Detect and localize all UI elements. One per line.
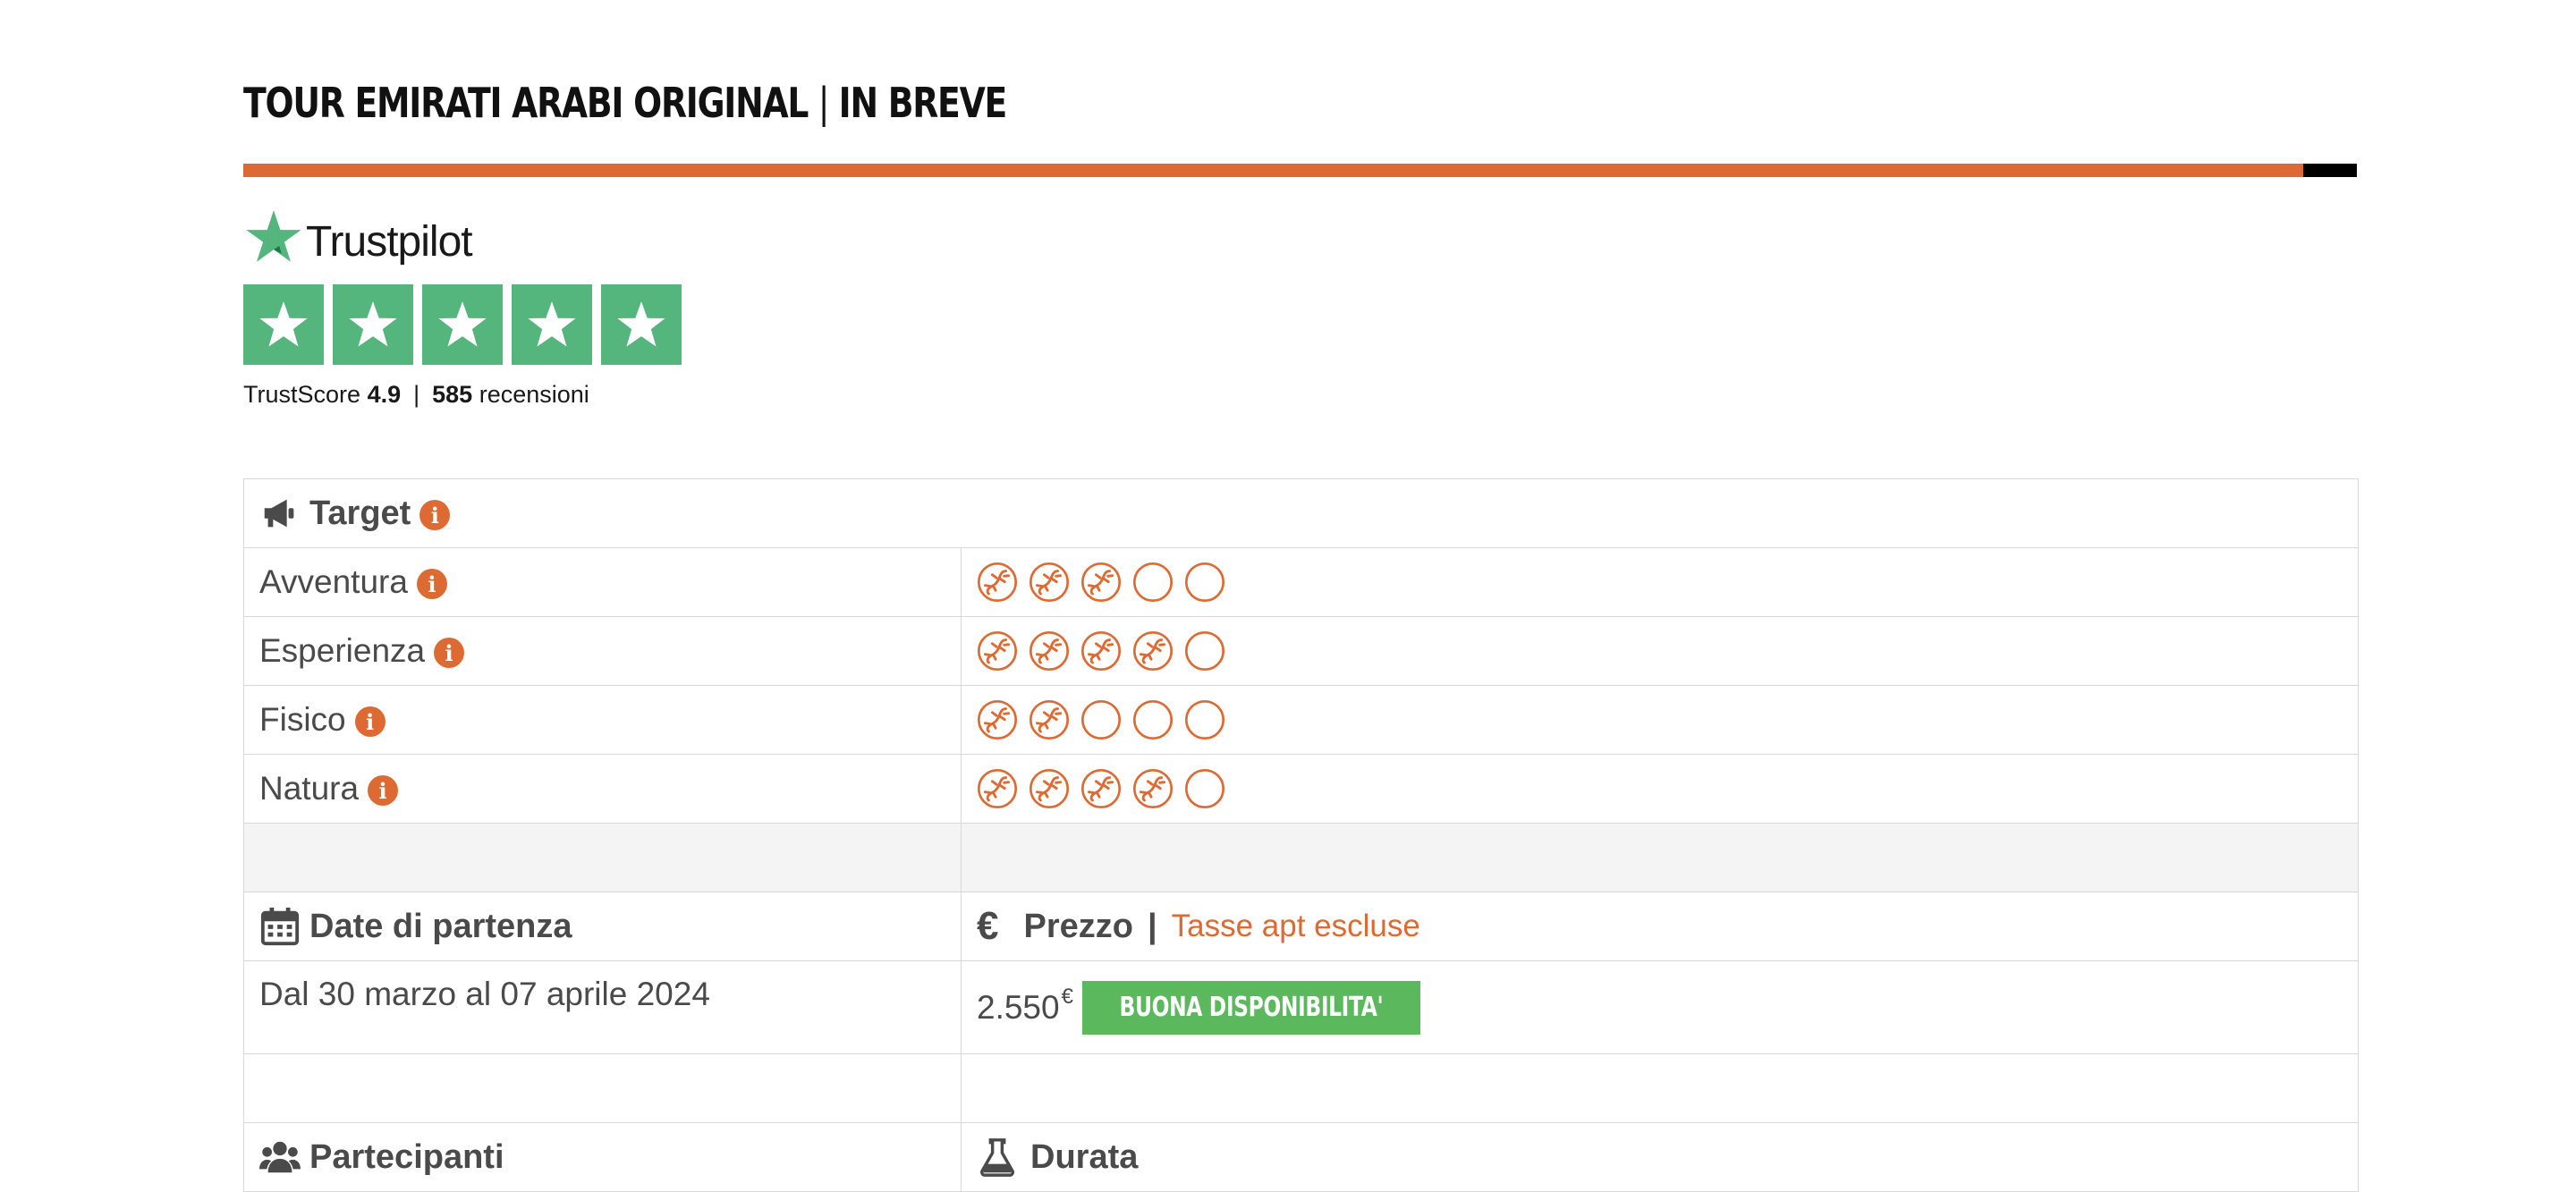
underline-orange [243,164,2303,177]
star-icon [259,301,308,347]
empty-circle-icon [1184,630,1225,672]
title-main: TOUR EMIRATI ARABI ORIGINAL [243,79,809,127]
price-amount: 2.550 [977,988,1060,1026]
empty-circle-icon [1132,562,1174,603]
users-icon [259,1141,301,1173]
target-row: Natura i [244,755,2358,824]
star-icon [438,301,487,347]
target-label: Fisico [259,701,346,738]
target-label: Esperienza [259,632,426,669]
info-icon[interactable]: i [416,569,447,599]
gecko-filled-icon [1132,768,1174,809]
title-separator: | [818,79,830,127]
target-row: Fisico i [244,686,2358,755]
spacer-row [244,824,2358,892]
trustpilot-logo[interactable]: Trustpilot [243,206,473,268]
price-separator: | [1147,907,1157,945]
trustscore-value: 4.9 [367,381,402,408]
calendar-icon [260,907,300,946]
rating-icons [977,562,1225,603]
star-icon [617,301,665,347]
target-row: Esperienza i [244,617,2358,686]
target-row: Avventura i [244,548,2358,617]
flask-icon [980,1138,1014,1177]
departure-dates: Dal 30 marzo al 07 aprile 2024 [259,976,710,1012]
availability-text: BUONA DISPONIBILITA' [1119,992,1384,1023]
info-icon[interactable]: i [419,500,451,530]
empty-circle-icon [1184,768,1225,809]
info-icon[interactable]: i [368,775,399,806]
info-icon[interactable]: i [434,638,465,668]
gecko-filled-icon [1029,699,1070,740]
availability-badge: BUONA DISPONIBILITA' [1081,980,1420,1035]
star-icon [528,301,576,347]
empty-circle-icon [1184,699,1225,740]
tour-info-table: Target i Avventura i Esperienza i Fisico i Nat… [243,478,2359,1192]
gecko-filled-icon [977,768,1018,809]
trustpilot-star-box [243,284,324,365]
empty-circle-icon [1132,699,1174,740]
star-icon [349,301,397,347]
target-header: Target [309,494,411,532]
participants-header: Partecipanti [309,1137,504,1176]
gecko-filled-icon [977,562,1018,603]
price-header: Prezzo [1023,907,1133,945]
title-underline [243,164,2357,177]
trustpilot-star-icon [246,210,301,262]
date-price-value-row: Dal 30 marzo al 07 aprile 2024 2.550 € BU… [244,961,2358,1054]
megaphone-icon [264,499,294,528]
gecko-filled-icon [1132,630,1174,672]
participants-duration-header-row: Partecipanti Durata [244,1123,2358,1192]
reviews-count: 585 [432,381,473,408]
date-price-header-row: Date di partenza € Prezzo | Tasse apt es… [244,892,2358,961]
info-icon[interactable]: i [354,706,386,737]
spacer-row-2 [244,1054,2358,1123]
reviews-label: recensioni [479,381,589,408]
target-rows: Avventura i Esperienza i Fisico i Natura i [244,548,2358,824]
trustpilot-brand: Trustpilot [306,217,473,266]
underline-black [2303,164,2357,177]
price-note: Tasse apt escluse [1171,909,1420,943]
gecko-filled-icon [1080,630,1122,672]
empty-circle-icon [1184,562,1225,603]
target-header-row: Target i [244,479,2358,548]
rating-icons [977,630,1225,672]
gecko-filled-icon [1029,562,1070,603]
title-sub: IN BREVE [838,79,1008,127]
gecko-filled-icon [1080,562,1122,603]
gecko-filled-icon [977,630,1018,672]
trustpilot-star-box [601,284,682,365]
gecko-filled-icon [1080,768,1122,809]
gecko-filled-icon [977,699,1018,740]
trustpilot-stars[interactable] [243,284,682,365]
page-title: TOUR EMIRATI ARABI ORIGINAL | IN BREVE [243,79,1008,127]
trustscore-line[interactable]: TrustScore 4.9 | 585 recensioni [243,381,589,409]
target-label: Avventura [259,563,408,600]
gecko-filled-icon [1029,768,1070,809]
trustscore-label: TrustScore [243,381,361,408]
euro-icon: € [977,904,999,948]
rating-icons [977,699,1225,740]
price-currency: € [1061,984,1073,1009]
rating-icons [977,768,1225,809]
price-value: 2.550 € [977,985,1073,1027]
departures-header: Date di partenza [309,907,572,945]
target-label: Natura [259,770,360,807]
gecko-filled-icon [1029,630,1070,672]
trustpilot-star-box [512,284,592,365]
trustpilot-star-box [333,284,413,365]
trustpilot-star-box [422,284,503,365]
empty-circle-icon [1080,699,1122,740]
duration-header: Durata [1030,1137,1139,1176]
